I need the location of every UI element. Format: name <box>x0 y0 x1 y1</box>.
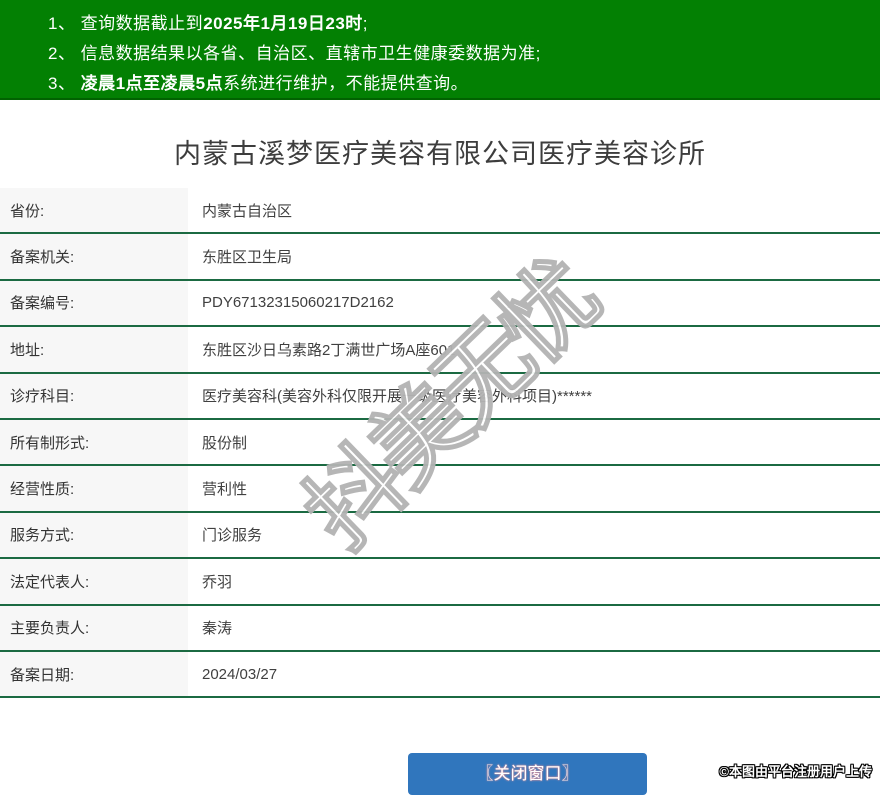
table-row-legal-representative: 法定代表人: 乔羽 <box>0 559 880 606</box>
record-info-table: 省份: 内蒙古自治区 备案机关: 东胜区卫生局 备案编号: PDY6713231… <box>0 188 880 699</box>
close-window-button[interactable]: 〖关闭窗口〗 <box>408 753 647 795</box>
row-label: 经营性质: <box>0 466 188 511</box>
table-row-address: 地址: 东胜区沙日乌素路2丁满世广场A座601 <box>0 327 880 374</box>
row-label: 法定代表人: <box>0 559 188 604</box>
table-row-clinical-subjects: 诊疗科目: 医疗美容科(美容外科仅限开展一级医疗美容外科项目)****** <box>0 373 880 420</box>
notice-line-1: 1、 查询数据截止到2025年1月19日23时; <box>48 9 880 39</box>
row-value: 2024/03/27 <box>202 665 278 683</box>
row-value: 医疗美容科(美容外科仅限开展一级医疗美容外科项目)****** <box>202 388 593 406</box>
table-row-province: 省份: 内蒙古自治区 <box>0 188 880 235</box>
table-row-filing-authority: 备案机关: 东胜区卫生局 <box>0 234 880 281</box>
row-value: PDY67132315060217D2162 <box>202 294 394 312</box>
row-label: 服务方式: <box>0 512 188 558</box>
row-value: 股份制 <box>202 434 248 452</box>
row-value: 东胜区沙日乌素路2丁满世广场A座601 <box>202 341 456 359</box>
notice-3-text: 3、 <box>48 74 81 93</box>
notice-3-tail: 系统进行维护，不能提供查询。 <box>223 74 469 93</box>
notice-2-text: 2、 信息数据结果以各省、自治区、直辖市卫生健康委数据为准; <box>48 44 541 63</box>
notice-1-text: 1、 查询数据截止到 <box>48 14 204 33</box>
row-value: 秦涛 <box>202 620 233 638</box>
row-label: 所有制形式: <box>0 419 188 465</box>
row-value: 乔羽 <box>202 573 233 591</box>
table-row-filing-date: 备案日期: 2024/03/27 <box>0 651 880 699</box>
table-row-filing-number: 备案编号: PDY67132315060217D2162 <box>0 280 880 328</box>
notice-line-3: 3、 凌晨1点至凌晨5点系统进行维护，不能提供查询。 <box>48 69 880 99</box>
table-row-service-mode: 服务方式: 门诊服务 <box>0 512 880 560</box>
platform-upload-stamp: ©本图由平台注册用户上传 <box>719 764 872 779</box>
row-label: 备案编号: <box>0 280 188 326</box>
table-row-person-in-charge: 主要负责人: 秦涛 <box>0 605 880 652</box>
row-label: 主要负责人: <box>0 605 188 650</box>
table-row-business-nature: 经营性质: 营利性 <box>0 466 880 513</box>
row-label: 备案机关: <box>0 234 188 279</box>
row-label: 诊疗科目: <box>0 373 188 418</box>
notice-3-bold: 凌晨1点至凌晨5点 <box>80 74 224 93</box>
notice-line-2: 2、 信息数据结果以各省、自治区、直辖市卫生健康委数据为准; <box>48 39 880 69</box>
row-label: 备案日期: <box>0 651 188 697</box>
notice-1-tail: ; <box>362 14 369 33</box>
row-value: 门诊服务 <box>202 527 263 545</box>
notice-1-bold: 2025年1月19日23时 <box>203 14 363 33</box>
page-title: 内蒙古溪梦医疗美容有限公司医疗美容诊所 <box>174 139 706 169</box>
table-row-ownership-form: 所有制形式: 股份制 <box>0 419 880 467</box>
row-label: 地址: <box>0 327 188 372</box>
row-label: 省份: <box>0 188 188 233</box>
row-value: 内蒙古自治区 <box>202 202 293 220</box>
notice-banner: 1、 查询数据截止到2025年1月19日23时; 2、 信息数据结果以各省、自治… <box>0 0 880 100</box>
row-value: 东胜区卫生局 <box>202 249 293 267</box>
row-value: 营利性 <box>202 481 248 499</box>
